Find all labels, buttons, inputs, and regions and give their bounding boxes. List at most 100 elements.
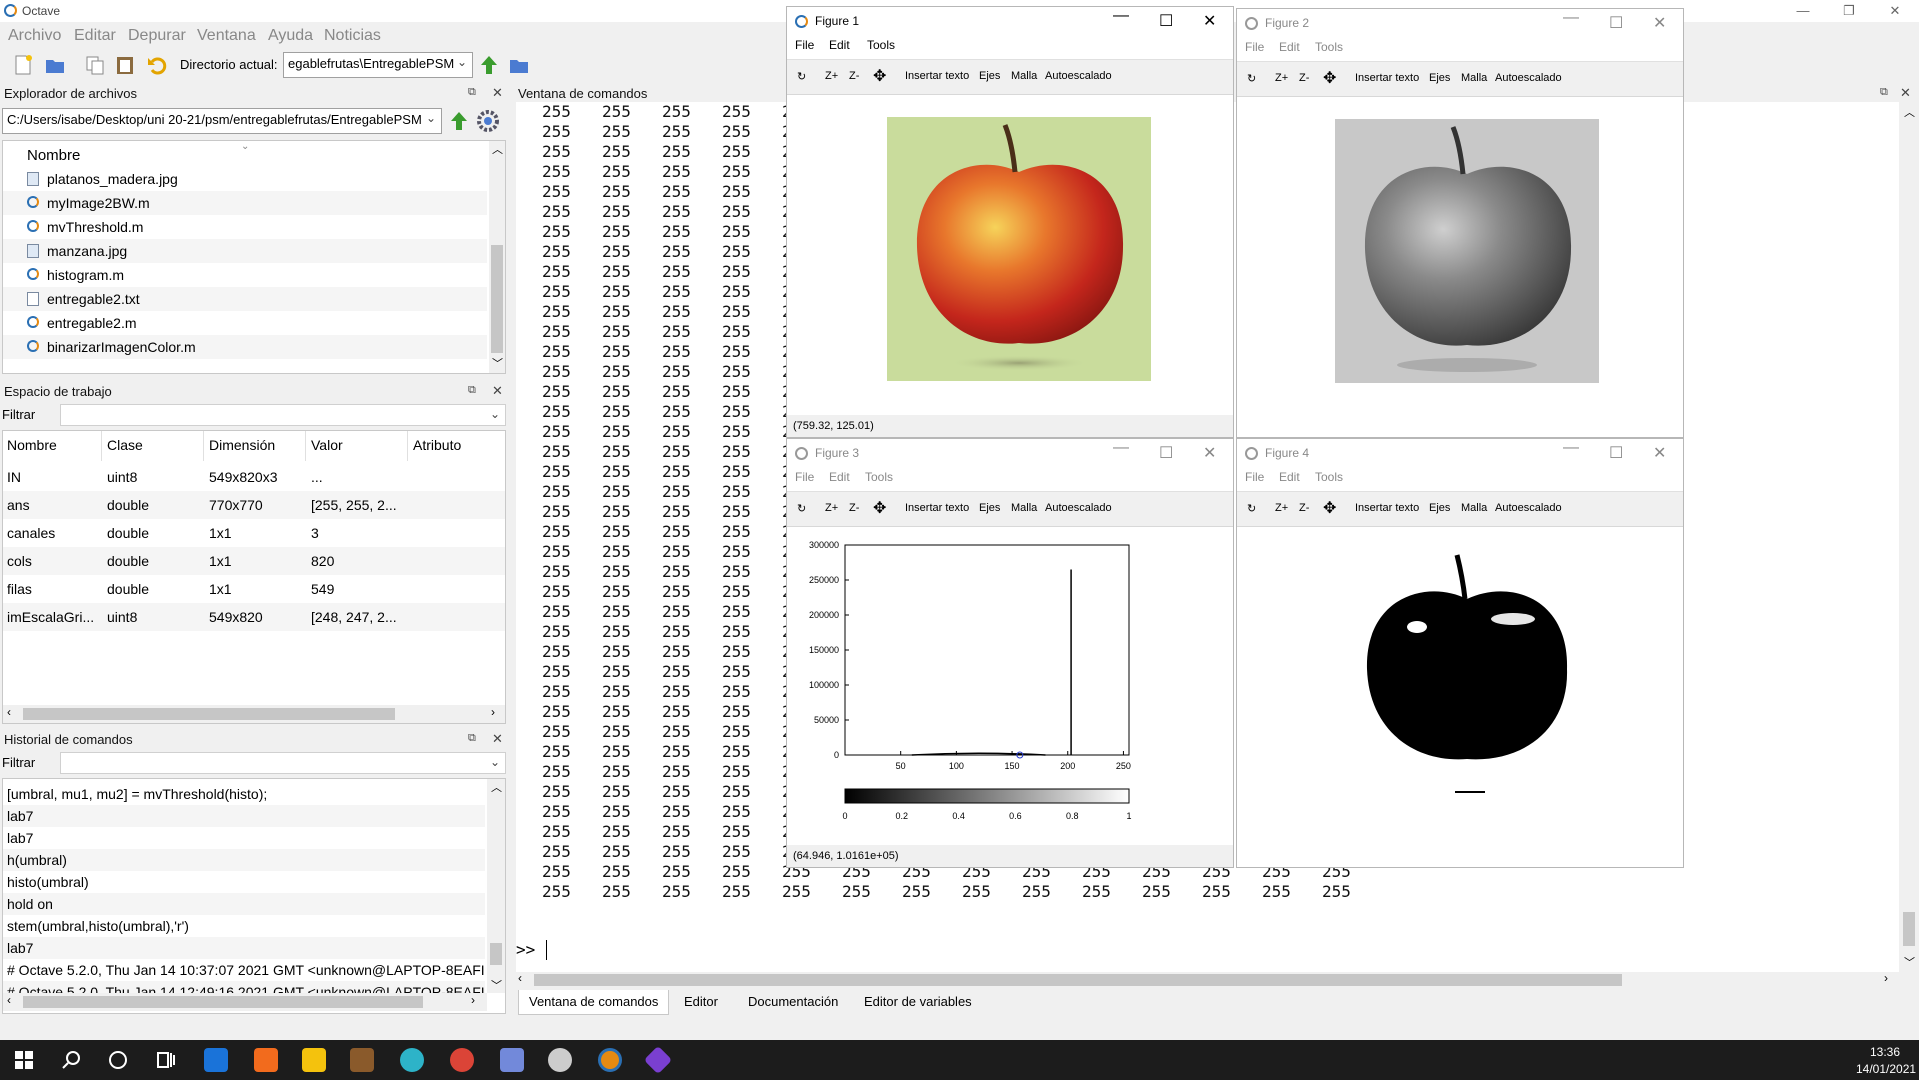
history-vscrollbar[interactable]: ︿ ﹀ — [487, 779, 505, 993]
figure-2-window[interactable]: Figure 2 — ☐ ✕ File Edit Tools ↻ Z+ Z- ✥… — [1236, 8, 1684, 438]
minimize-icon[interactable]: — — [1563, 9, 1579, 27]
axes-button[interactable]: Ejes — [979, 502, 1000, 514]
workspace-hscrollbar[interactable]: ‹ › — [3, 705, 505, 723]
grid-button[interactable]: Malla — [1461, 72, 1487, 84]
grid-button[interactable]: Malla — [1011, 502, 1037, 514]
file-row[interactable]: mvThreshold.m — [3, 215, 487, 239]
figure-1-window[interactable]: Figure 1 — ☐ ✕ File Edit Tools ↻ Z+ Z- ✥… — [786, 6, 1234, 438]
tab-variable-editor[interactable]: Editor de variables — [854, 990, 982, 1014]
maximize-icon[interactable]: ☐ — [1159, 11, 1173, 31]
history-item[interactable]: lab7 — [3, 937, 485, 959]
figure-menu-tools[interactable]: Tools — [867, 38, 895, 58]
figure-4-window[interactable]: Figure 4 — ☐ ✕ File Edit Tools ↻ Z+ Z- ✥… — [1236, 438, 1684, 868]
figure-menu-edit[interactable]: Edit — [829, 38, 850, 58]
mail-icon[interactable] — [204, 1048, 228, 1072]
rotate-icon[interactable]: ↻ — [1247, 502, 1256, 515]
menu-ventana[interactable]: Ventana — [197, 27, 256, 45]
zoom-out-button[interactable]: Z- — [1299, 72, 1309, 84]
scroll-up-icon[interactable]: ︿ — [1904, 104, 1915, 120]
column-header[interactable]: Atributo — [413, 437, 461, 453]
column-header[interactable]: Dimensión — [209, 437, 275, 453]
file-explorer-icon[interactable] — [302, 1048, 326, 1072]
figure-menu-tools[interactable]: Tools — [1315, 40, 1343, 60]
figure-menu-tools[interactable]: Tools — [1315, 470, 1343, 490]
pan-icon[interactable]: ✥ — [1323, 498, 1336, 518]
xampp-icon[interactable] — [254, 1048, 278, 1072]
gear-icon[interactable] — [476, 109, 500, 133]
history-hscrollbar[interactable]: ‹ › — [3, 993, 487, 1011]
close-icon[interactable]: ✕ — [1203, 443, 1216, 463]
column-header-nombre[interactable]: Nombre — [27, 147, 80, 164]
close-panel-icon[interactable]: ✕ — [492, 731, 503, 747]
windows-start-icon[interactable] — [12, 1048, 36, 1072]
cortana-icon[interactable] — [106, 1048, 130, 1072]
scroll-left-icon[interactable]: ‹ — [7, 705, 11, 719]
figure-menu-edit[interactable]: Edit — [829, 470, 850, 490]
zoom-in-button[interactable]: Z+ — [1275, 72, 1288, 84]
scroll-right-icon[interactable]: › — [491, 705, 495, 719]
scroll-thumb[interactable] — [1903, 912, 1915, 946]
app-icon[interactable] — [548, 1048, 572, 1072]
file-row[interactable]: manzana.jpg — [3, 239, 487, 263]
history-item[interactable]: stem(umbral,histo(umbral),'r') — [3, 915, 485, 937]
figure-menu-file[interactable]: File — [1245, 470, 1264, 490]
command-window-hscrollbar[interactable]: ‹ › — [516, 971, 1899, 988]
app-icon[interactable] — [400, 1048, 424, 1072]
history-item[interactable]: lab7 — [3, 827, 485, 849]
figure-3-window[interactable]: Figure 3 — ☐ ✕ File Edit Tools ↻ Z+ Z- ✥… — [786, 438, 1234, 868]
search-icon[interactable] — [60, 1048, 84, 1072]
history-item[interactable]: lab7 — [3, 805, 485, 827]
axes-button[interactable]: Ejes — [1429, 72, 1450, 84]
pan-icon[interactable]: ✥ — [1323, 68, 1336, 88]
current-dir-combo[interactable]: egablefrutas\EntregablePSM ⌄ — [283, 52, 473, 78]
autoscale-button[interactable]: Autoescalado — [1045, 502, 1112, 514]
menu-ayuda[interactable]: Ayuda — [268, 27, 313, 45]
up-dir-icon[interactable] — [478, 54, 500, 76]
restore-icon[interactable]: ❐ — [1826, 0, 1872, 22]
scroll-thumb[interactable] — [491, 245, 503, 353]
scroll-down-icon[interactable]: ﹀ — [491, 977, 502, 993]
table-row[interactable]: imEscalaGri... uint8 549x820 [248, 247, 2..… — [3, 603, 505, 631]
close-icon[interactable]: ✕ — [1872, 0, 1918, 22]
file-row[interactable]: entregable2.txt — [3, 287, 487, 311]
figure-menu-tools[interactable]: Tools — [865, 470, 893, 490]
paint-icon[interactable] — [350, 1048, 374, 1072]
paste-icon[interactable] — [114, 54, 136, 76]
undock-icon[interactable]: ⧉ — [468, 732, 476, 745]
file-row[interactable]: myImage2BW.m — [3, 191, 487, 215]
history-item[interactable]: histo(umbral) — [3, 871, 485, 893]
file-row[interactable]: binarizarImagenColor.m — [3, 335, 487, 359]
minimize-icon[interactable]: — — [1113, 439, 1129, 457]
tab-documentation[interactable]: Documentación — [738, 990, 848, 1014]
app-icon[interactable] — [643, 1045, 673, 1075]
close-icon[interactable]: ✕ — [1653, 443, 1666, 463]
menu-editar[interactable]: Editar — [74, 27, 116, 45]
up-dir-icon[interactable] — [448, 110, 470, 132]
rotate-icon[interactable]: ↻ — [1247, 72, 1256, 85]
browse-folder-icon[interactable] — [508, 54, 530, 76]
history-item[interactable]: hold on — [3, 893, 485, 915]
insert-text-button[interactable]: Insertar texto — [1355, 502, 1419, 514]
figure-menu-edit[interactable]: Edit — [1279, 470, 1300, 490]
close-panel-icon[interactable]: ✕ — [492, 383, 503, 399]
workspace-filter-input[interactable]: ⌄ — [60, 404, 506, 426]
zoom-out-button[interactable]: Z- — [849, 70, 859, 82]
axes-button[interactable]: Ejes — [979, 70, 1000, 82]
column-header[interactable]: Valor — [311, 437, 343, 453]
scroll-thumb[interactable] — [23, 996, 423, 1008]
scroll-down-icon[interactable]: ﹀ — [492, 355, 503, 371]
autoscale-button[interactable]: Autoescalado — [1495, 72, 1562, 84]
scroll-up-icon[interactable]: ︿ — [491, 779, 502, 795]
close-icon[interactable]: ✕ — [1203, 11, 1216, 31]
history-item[interactable]: h(umbral) — [3, 849, 485, 871]
insert-text-button[interactable]: Insertar texto — [905, 70, 969, 82]
scroll-down-icon[interactable]: ﹀ — [1904, 954, 1915, 970]
file-row[interactable]: platanos_madera.jpg — [3, 167, 487, 191]
close-panel-icon[interactable]: ✕ — [492, 85, 503, 101]
scroll-up-icon[interactable]: ︿ — [492, 141, 503, 157]
scroll-right-icon[interactable]: › — [471, 993, 475, 1007]
scroll-left-icon[interactable]: ‹ — [518, 971, 522, 985]
minimize-icon[interactable]: — — [1113, 7, 1129, 25]
column-header[interactable]: Nombre — [7, 437, 57, 453]
table-row[interactable]: canales double 1x1 3 — [3, 519, 505, 547]
